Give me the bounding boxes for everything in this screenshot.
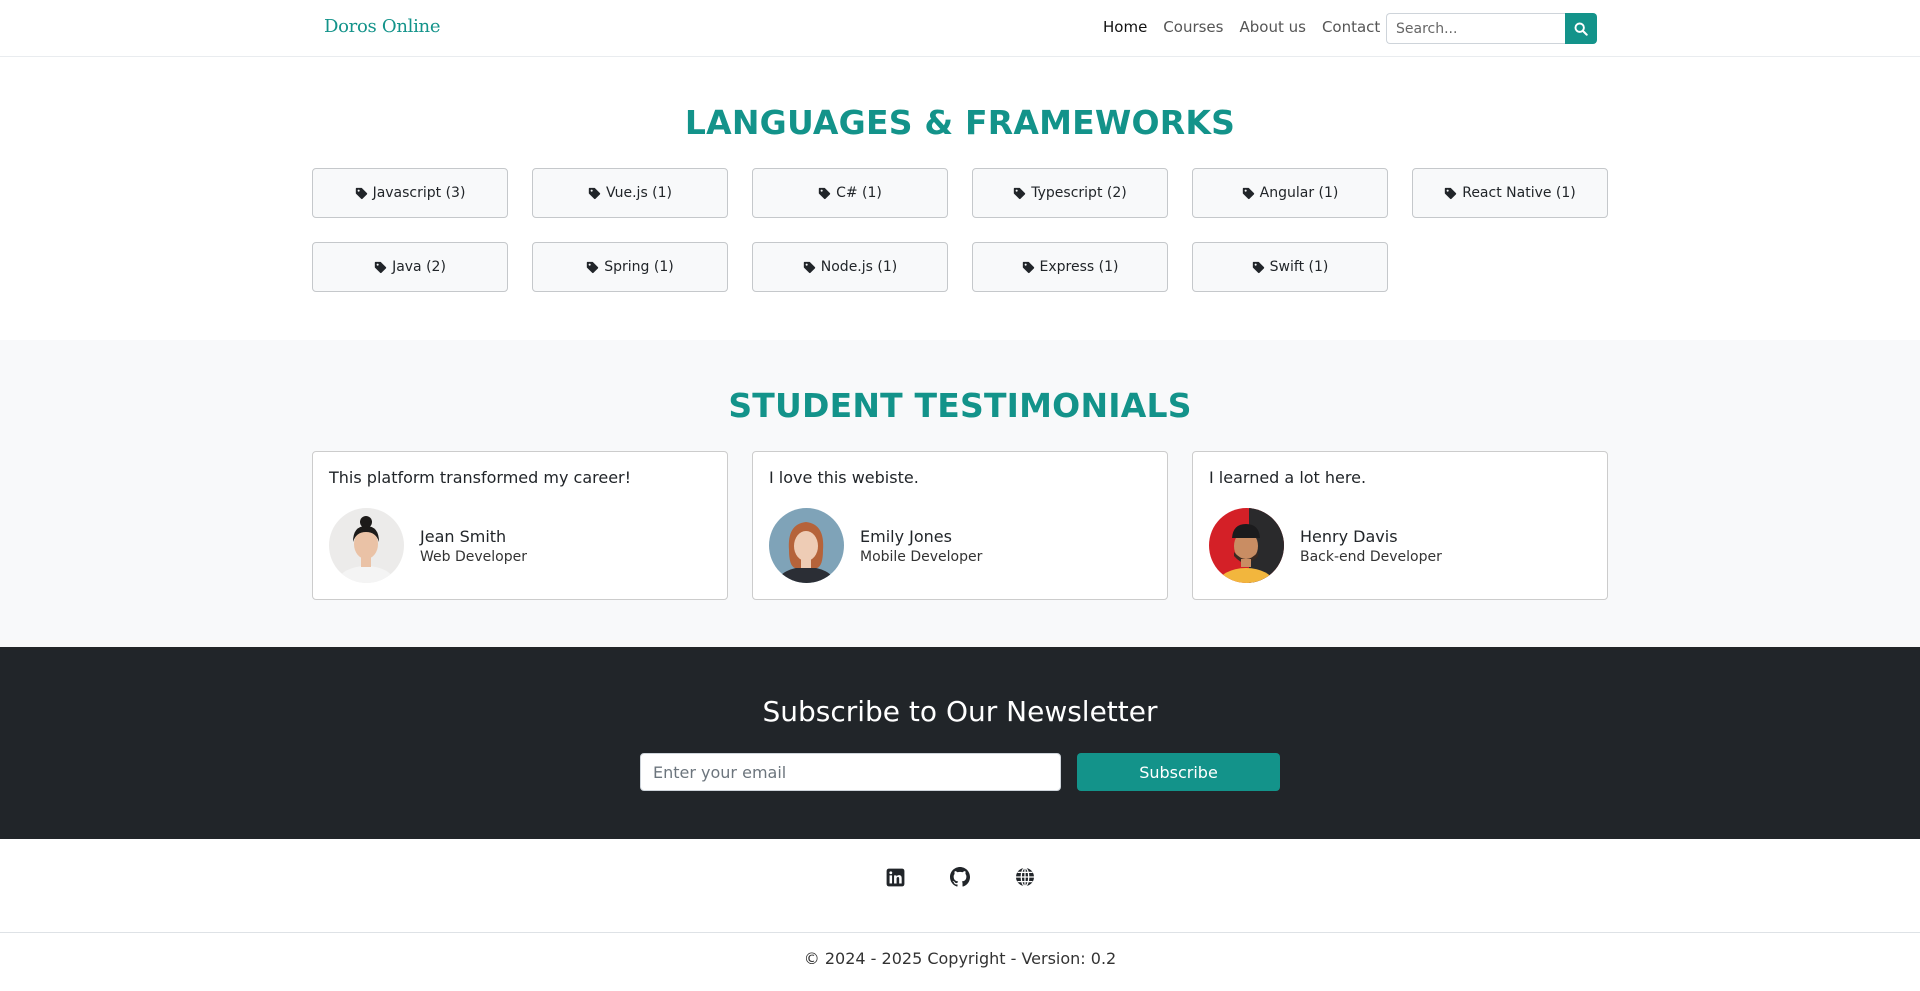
tag-icon <box>1014 187 1026 199</box>
tag-label: Typescript (2) <box>1031 185 1127 201</box>
globe-icon[interactable] <box>1015 867 1035 887</box>
testimonial-person: Henry Davis Back-end Developer <box>1209 508 1442 583</box>
person-role: Web Developer <box>420 548 527 565</box>
search-form <box>1386 13 1597 44</box>
footer: © 2024 - 2025 Copyright - Version: 0.2 <box>0 839 1920 968</box>
subscribe-button[interactable]: Subscribe <box>1077 753 1280 791</box>
tag-label: Spring (1) <box>604 259 674 275</box>
tag-button[interactable]: Node.js (1) <box>752 242 948 292</box>
github-icon[interactable] <box>950 867 970 887</box>
tag-icon <box>588 187 601 199</box>
tag-label: Express (1) <box>1039 259 1119 275</box>
tag-label: Node.js (1) <box>820 259 898 275</box>
languages-section: LANGUAGES & FRAMEWORKS Javascript (3) Vue… <box>0 57 1920 340</box>
linkedin-icon[interactable] <box>885 867 905 887</box>
testimonials-section: STUDENT TESTIMONIALS This platform trans… <box>0 340 1920 647</box>
newsletter-title: Subscribe to Our Newsletter <box>762 695 1158 728</box>
nav-link-home[interactable]: Home <box>1103 18 1147 36</box>
tag-icon <box>818 187 831 199</box>
testimonials-title: STUDENT TESTIMONIALS <box>728 386 1192 425</box>
tag-icon <box>374 261 387 273</box>
tag-button[interactable]: Swift (1) <box>1192 242 1388 292</box>
tag-button[interactable]: Express (1) <box>972 242 1168 292</box>
person-role: Back-end Developer <box>1300 548 1442 565</box>
tag-icon <box>1242 187 1254 199</box>
tag-icon <box>1445 187 1457 199</box>
testimonial-cards: This platform transformed my career! Jea… <box>312 451 1608 600</box>
tag-button[interactable]: Spring (1) <box>532 242 728 292</box>
tag-label: React Native (1) <box>1462 185 1576 201</box>
testimonial-card: I learned a lot here. Henry Davis Back-e… <box>1192 451 1608 600</box>
testimonial-quote: I love this webiste. <box>769 468 919 487</box>
tag-button[interactable]: C# (1) <box>752 168 948 218</box>
tag-button[interactable]: Angular (1) <box>1192 168 1388 218</box>
tag-icon <box>355 187 367 199</box>
tag-label: Java (2) <box>392 259 446 275</box>
tag-button[interactable]: Javascript (3) <box>312 168 508 218</box>
search-icon <box>1574 22 1588 36</box>
tag-label: C# (1) <box>836 185 882 201</box>
newsletter-section: Subscribe to Our Newsletter Subscribe <box>0 647 1920 839</box>
search-button[interactable] <box>1565 13 1597 44</box>
tag-label: Javascript (3) <box>372 185 466 201</box>
testimonial-person: Emily Jones Mobile Developer <box>769 508 982 583</box>
testimonial-quote: I learned a lot here. <box>1209 468 1367 487</box>
nav-link-about[interactable]: About us <box>1239 18 1305 36</box>
nav-link-courses[interactable]: Courses <box>1163 18 1223 36</box>
tag-label: Swift (1) <box>1269 259 1329 275</box>
tag-icon <box>1252 261 1264 273</box>
tag-label: Angular (1) <box>1259 185 1339 201</box>
tags-grid: Javascript (3) Vue.js (1) C# (1) Typescript… <box>312 168 1608 292</box>
person-name: Henry Davis <box>1300 526 1398 546</box>
testimonial-quote: This platform transformed my career! <box>329 468 632 487</box>
tag-button[interactable]: Vue.js (1) <box>532 168 728 218</box>
avatar <box>329 508 404 583</box>
tag-button[interactable]: Typescript (2) <box>972 168 1168 218</box>
tag-button[interactable]: React Native (1) <box>1412 168 1608 218</box>
tag-label: Vue.js (1) <box>605 185 673 201</box>
person-name: Jean Smith <box>420 526 507 546</box>
search-input[interactable] <box>1386 13 1565 44</box>
languages-title: LANGUAGES & FRAMEWORKS <box>684 103 1236 142</box>
newsletter-email-input[interactable] <box>640 753 1061 791</box>
brand-logo[interactable]: Doros Online <box>324 16 440 37</box>
avatar <box>769 508 844 583</box>
testimonial-card: This platform transformed my career! Jea… <box>312 451 728 600</box>
avatar <box>1209 508 1284 583</box>
social-links <box>0 839 1920 933</box>
nav-links: Home Courses About us Contact us <box>1103 18 1402 36</box>
testimonial-card: I love this webiste. Emily Jones Mobile … <box>752 451 1168 600</box>
tag-icon <box>1022 261 1034 273</box>
person-name: Emily Jones <box>860 526 952 546</box>
person-role: Mobile Developer <box>860 548 983 565</box>
tag-icon <box>803 261 815 273</box>
testimonial-person: Jean Smith Web Developer <box>329 508 527 583</box>
navbar: Doros Online Home Courses About us Conta… <box>0 0 1920 57</box>
copyright-text: © 2024 - 2025 Copyright - Version: 0.2 <box>803 949 1117 968</box>
newsletter-form: Subscribe <box>640 753 1280 791</box>
tag-icon <box>587 261 599 273</box>
tag-button[interactable]: Java (2) <box>312 242 508 292</box>
